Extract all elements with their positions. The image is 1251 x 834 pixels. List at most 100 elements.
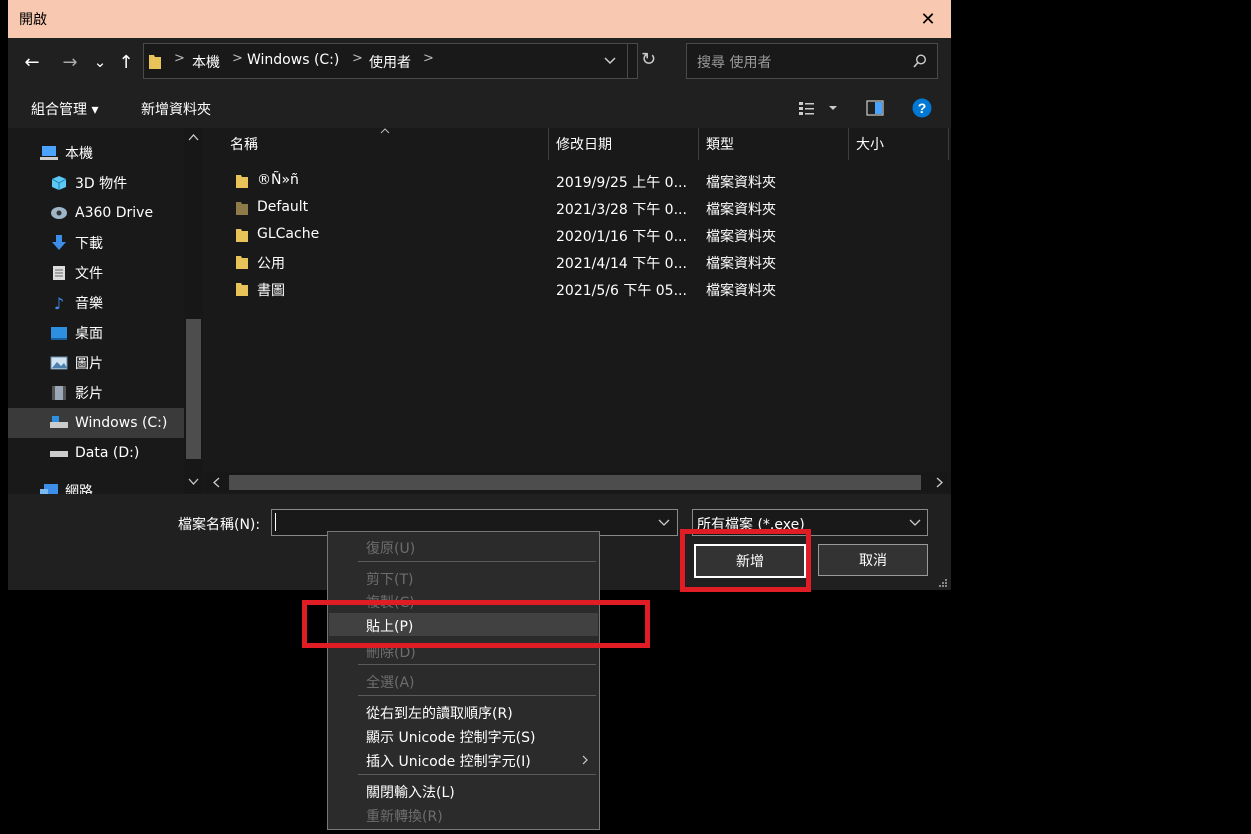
folder-icon — [236, 229, 248, 242]
sidebar-item-documents[interactable]: 文件 — [48, 258, 205, 288]
refresh-icon[interactable]: ↻ — [641, 49, 656, 70]
sidebar-item-label: A360 Drive — [75, 205, 154, 221]
open-dialog: 開啟 ✕ ← → ⌄ ↑ > 本機 > Windows (C:) > 使用者 >… — [8, 0, 951, 590]
sidebar-item-label: 圖片 — [75, 356, 103, 372]
view-options-icon[interactable] — [798, 100, 838, 116]
cube-icon — [48, 174, 70, 192]
column-header-date[interactable]: 修改日期 — [556, 128, 612, 160]
menu-item-reconversion[interactable]: 重新轉換(R) — [329, 803, 598, 826]
picture-icon — [48, 354, 70, 372]
new-folder-button[interactable]: 新增資料夾 — [141, 99, 211, 119]
organize-button[interactable]: 組合管理 ▾ — [31, 99, 98, 119]
music-icon: ♪ — [53, 293, 65, 313]
sidebar-item-downloads[interactable]: 下載 — [48, 228, 205, 258]
list-item[interactable]: 書圖 2021/5/6 下午 05... 檔案資料夾 — [205, 275, 945, 302]
close-icon[interactable]: ✕ — [905, 0, 951, 38]
sidebar-item-label: Data (D:) — [75, 445, 140, 461]
file-type: 檔案資料夾 — [706, 175, 776, 191]
recent-locations-button[interactable]: ⌄ — [92, 48, 108, 76]
filename-label: 檔案名稱(N): — [178, 517, 261, 533]
sidebar-item-a360-drive[interactable]: A360 Drive — [48, 198, 205, 228]
sidebar-item-windows-c[interactable]: Windows (C:) — [8, 408, 184, 438]
window-title: 開啟 — [19, 12, 47, 28]
document-icon — [48, 264, 70, 282]
folder-icon — [236, 175, 248, 188]
sidebar-item-pictures[interactable]: 圖片 — [48, 348, 205, 378]
chevron-down-icon[interactable] — [909, 519, 921, 527]
scroll-right-icon[interactable] — [936, 477, 943, 488]
desktop-icon — [48, 324, 70, 342]
list-item[interactable]: GLCache 2020/1/16 下午 0... 檔案資料夾 — [205, 221, 945, 248]
folder-icon — [236, 256, 248, 269]
breadcrumb-drive-c[interactable]: Windows (C:) — [247, 52, 339, 68]
sidebar-item-network[interactable]: 網路 — [38, 476, 205, 494]
folder-icon — [149, 55, 161, 69]
column-header-type[interactable]: 類型 — [706, 128, 734, 160]
breadcrumb-users[interactable]: 使用者 — [369, 52, 411, 72]
sidebar-item-label: 3D 物件 — [75, 176, 128, 192]
sidebar-item-label: 影片 — [75, 386, 103, 402]
file-date: 2021/3/28 下午 0... — [556, 202, 687, 218]
menu-item-undo[interactable]: 復原(U) — [329, 535, 598, 558]
download-icon — [48, 234, 70, 252]
sidebar-item-label: Windows (C:) — [75, 415, 168, 431]
address-bar[interactable]: > 本機 > Windows (C:) > 使用者 > ↻ — [143, 43, 656, 79]
list-item[interactable]: ®Ñ»ñ 2019/9/25 上午 0... 檔案資料夾 — [205, 167, 945, 194]
highlight-box-paste — [302, 600, 650, 648]
sidebar-scrollbar[interactable] — [184, 128, 203, 494]
chevron-down-icon[interactable] — [658, 519, 670, 527]
file-type: 檔案資料夾 — [706, 202, 776, 218]
file-type: 檔案資料夾 — [706, 256, 776, 272]
navigation-bar: ← → ⌄ ↑ > 本機 > Windows (C:) > 使用者 > ↻ 搜尋… — [8, 38, 951, 88]
menu-item-select-all[interactable]: 全選(A) — [329, 669, 598, 692]
file-date: 2021/4/14 下午 0... — [556, 256, 687, 272]
breadcrumb-separator: > — [174, 51, 185, 66]
scroll-down-icon[interactable] — [188, 478, 199, 485]
chevron-down-icon[interactable] — [604, 57, 616, 65]
sidebar-item-videos[interactable]: 影片 — [48, 378, 205, 408]
list-item[interactable]: 公用 2021/4/14 下午 0... 檔案資料夾 — [205, 248, 945, 275]
breadcrumb-this-pc[interactable]: 本機 — [192, 52, 220, 72]
scroll-thumb[interactable] — [186, 319, 201, 459]
menu-item-close-ime[interactable]: 關閉輸入法(L) — [329, 779, 598, 802]
sidebar-item-desktop[interactable]: 桌面 — [48, 318, 205, 348]
column-header-size[interactable]: 大小 — [856, 128, 884, 160]
scroll-up-icon[interactable] — [188, 134, 199, 141]
sidebar-item-label: 音樂 — [75, 296, 103, 312]
menu-item-insert-unicode-control[interactable]: 插入 Unicode 控制字元(I) — [329, 748, 598, 771]
navigation-pane: 本機 3D 物件 A360 Drive 下載 文件 ♪ 音樂 桌面 圖片 影片 … — [8, 128, 205, 494]
list-item[interactable]: Default 2021/3/28 下午 0... 檔案資料夾 — [205, 194, 945, 221]
search-box[interactable]: 搜尋 使用者 — [686, 43, 938, 79]
cancel-button[interactable]: 取消 — [818, 544, 928, 576]
preview-pane-icon[interactable] — [866, 100, 884, 116]
breadcrumb-separator: > — [232, 51, 243, 66]
horizontal-scrollbar[interactable] — [205, 472, 951, 492]
help-icon[interactable]: ? — [912, 98, 932, 118]
up-button[interactable]: ↑ — [114, 48, 138, 76]
sidebar-item-data-d[interactable]: Data (D:) — [48, 438, 205, 468]
menu-item-rtl-reading-order[interactable]: 從右到左的讀取順序(R) — [329, 700, 598, 723]
sidebar-item-label: 桌面 — [75, 326, 103, 342]
file-name: 書圖 — [257, 283, 285, 299]
menu-item-cut[interactable]: 剪下(T) — [329, 566, 598, 589]
column-header-name[interactable]: 名稱 — [230, 128, 258, 160]
file-name: ®Ñ»ñ — [257, 172, 299, 188]
forward-button[interactable]: → — [58, 48, 82, 76]
scroll-thumb[interactable] — [229, 475, 921, 490]
file-name: GLCache — [257, 226, 320, 242]
sidebar-item-this-pc[interactable]: 本機 — [38, 138, 205, 168]
chevron-right-icon — [582, 755, 588, 765]
cloud-drive-icon — [48, 204, 70, 222]
title-bar: 開啟 ✕ — [8, 0, 951, 38]
menu-item-show-unicode-control[interactable]: 顯示 Unicode 控制字元(S) — [329, 724, 598, 747]
file-list: 名稱 修改日期 類型 大小 ®Ñ»ñ 2019/9/25 上午 0... 檔案資… — [205, 128, 951, 494]
highlight-box-ok — [680, 529, 811, 592]
search-icon — [913, 54, 927, 68]
back-button[interactable]: ← — [20, 48, 44, 76]
sidebar-item-music[interactable]: ♪ 音樂 — [48, 288, 205, 318]
scroll-left-icon[interactable] — [213, 477, 220, 488]
breadcrumb-separator: > — [423, 51, 434, 66]
resize-grip-icon[interactable] — [938, 578, 948, 588]
file-date: 2020/1/16 下午 0... — [556, 229, 687, 245]
sidebar-item-3d-objects[interactable]: 3D 物件 — [48, 168, 205, 198]
